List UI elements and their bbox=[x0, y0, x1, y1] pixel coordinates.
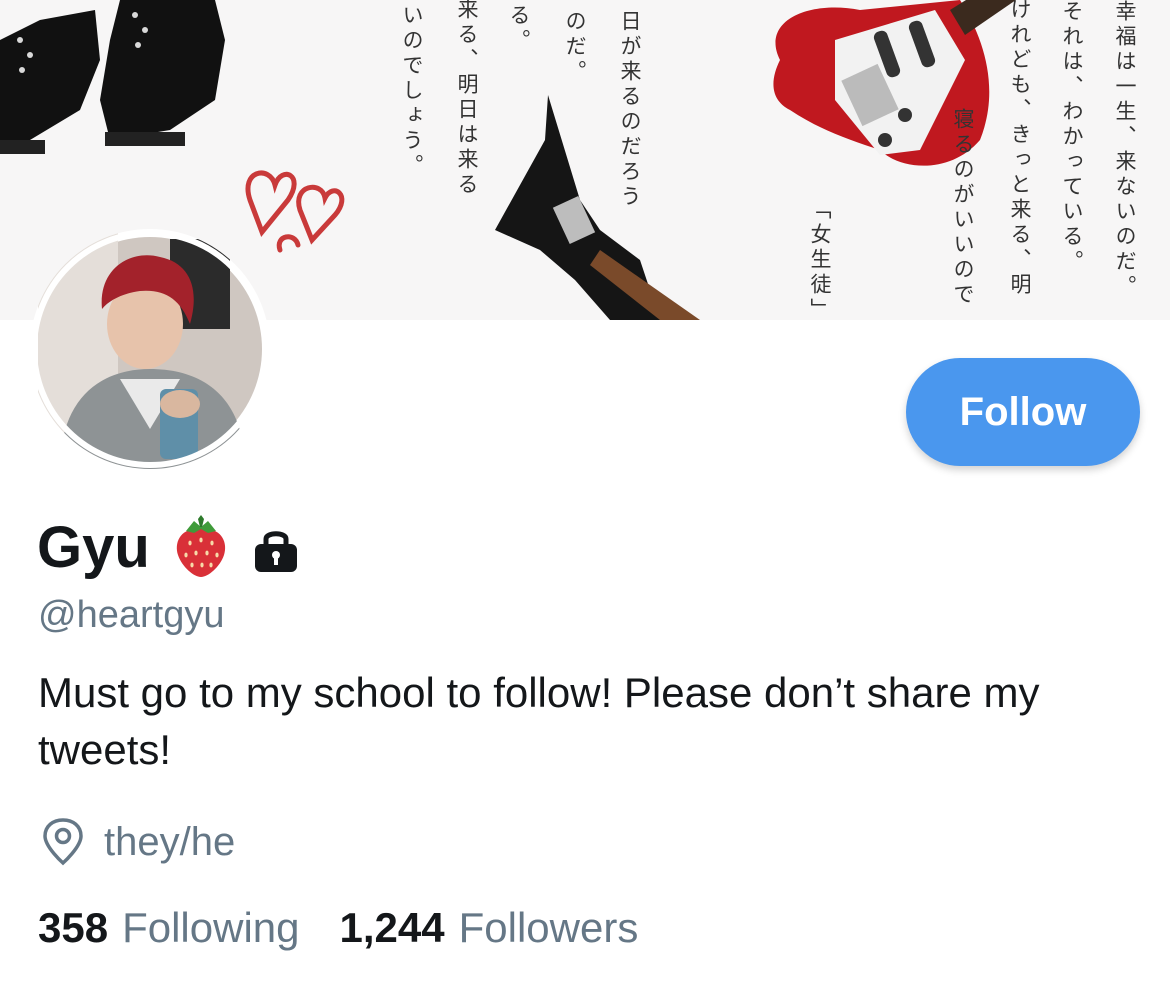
following-label: Following bbox=[122, 904, 300, 951]
map-pin-icon bbox=[43, 818, 83, 866]
banner-text-column: いのでしょう。 bbox=[400, 4, 424, 179]
followers-link[interactable]: 1,244 Followers bbox=[340, 904, 639, 952]
strawberry-icon bbox=[176, 515, 225, 577]
profile-stats: 358 Following 1,244 Followers bbox=[38, 904, 638, 952]
banner-text-column: る。 bbox=[507, 4, 531, 54]
following-count: 358 bbox=[38, 904, 109, 951]
lock-icon bbox=[254, 531, 297, 572]
banner-text-column: 寝るのがいいので bbox=[951, 108, 975, 308]
banner-text-column: のだ。 bbox=[563, 10, 587, 85]
banner-text-column: 日が来るのだろう bbox=[618, 10, 642, 210]
profile-bio: Must go to my school to follow! Please d… bbox=[38, 669, 1040, 773]
followers-count: 1,244 bbox=[339, 904, 445, 951]
profile-name-row: Gyu bbox=[37, 512, 300, 582]
banner-text-column: 来る、明日は来る bbox=[455, 0, 479, 198]
follow-button[interactable]: Follow bbox=[906, 358, 1140, 466]
profile-avatar[interactable] bbox=[30, 229, 270, 469]
avatar-image bbox=[31, 229, 269, 469]
following-link[interactable]: 358 Following bbox=[38, 904, 300, 952]
banner-text-column: 幸福は一生、来ないのだ。 bbox=[1113, 0, 1137, 300]
banner-text-column: けれども、きっと来る、明 bbox=[1008, 0, 1032, 298]
profile-handle: @heartgyu bbox=[38, 594, 225, 636]
profile-location: they/he bbox=[104, 819, 236, 864]
banner-text-column: 「女生徒」 bbox=[808, 198, 832, 320]
profile-location-row: they/he bbox=[40, 818, 235, 866]
followers-label: Followers bbox=[458, 904, 639, 951]
display-name: Gyu bbox=[37, 514, 150, 580]
banner-text-column: それは、わかっている。 bbox=[1060, 0, 1084, 275]
